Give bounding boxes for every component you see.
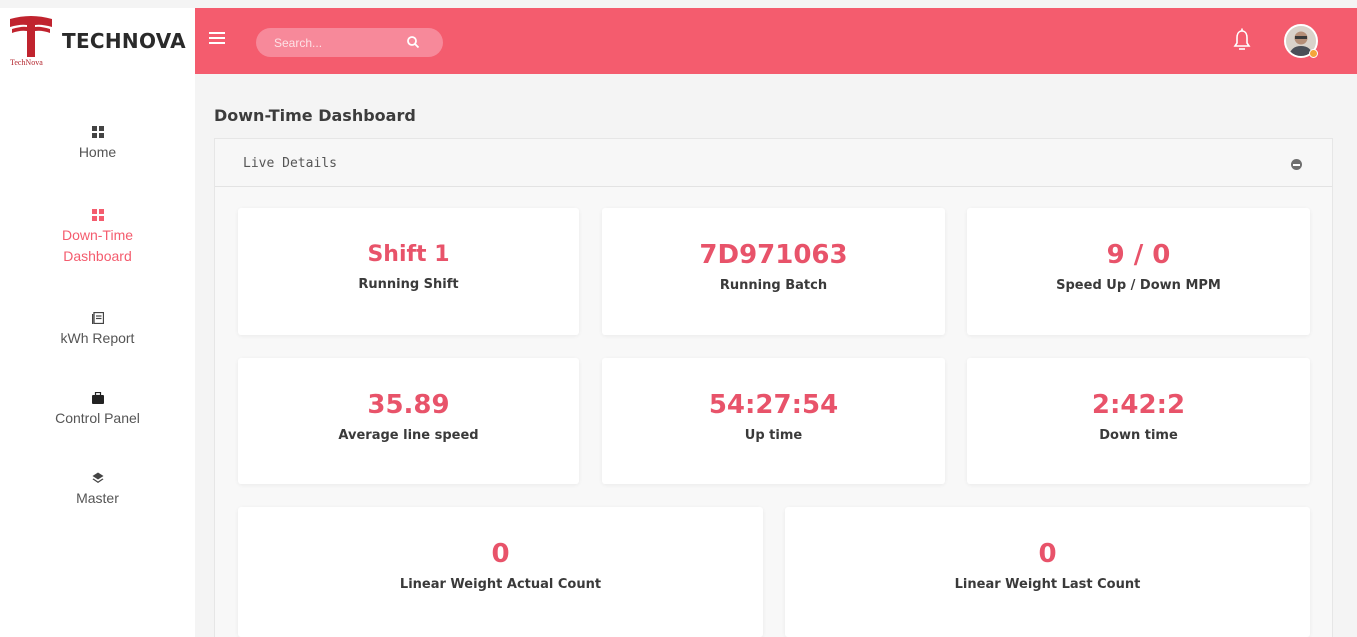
sidebar-item-home[interactable]: Home (0, 126, 195, 163)
card-value: 35.89 (367, 390, 450, 420)
card-running-shift: Shift 1 Running Shift (238, 208, 579, 335)
search-box (256, 28, 443, 57)
card-label: Average line speed (338, 428, 479, 443)
card-value: Shift 1 (367, 242, 450, 267)
card-label: Linear Weight Actual Count (399, 577, 602, 592)
card-speed-up-down: 9 / 0 Speed Up / Down MPM (967, 208, 1310, 335)
card-label: Speed Up / Down MPM (1056, 278, 1221, 293)
search-icon[interactable] (406, 35, 420, 49)
card-value: 9 / 0 (1106, 240, 1171, 270)
card-value: 2:42:2 (1091, 390, 1186, 420)
card-linear-weight-actual-count: 0 Linear Weight Actual Count (238, 507, 763, 637)
card-down-time: 2:42:2 Down time (967, 358, 1310, 484)
logo-subtext: TechNova (10, 58, 43, 67)
card-label: Down time (1099, 428, 1178, 443)
sidebar-item-label-line2: Dashboard (63, 248, 132, 264)
card-value: 0 (491, 539, 510, 569)
panel-title: Live Details (243, 156, 337, 171)
sidebar-item-master[interactable]: Master (0, 472, 195, 509)
sidebar: Home Down-Time Dashboard kWh Report Cont… (0, 74, 195, 637)
sidebar-item-label: Control Panel (55, 410, 140, 426)
page-title: Down-Time Dashboard (214, 106, 416, 125)
card-value: 0 (1038, 539, 1057, 569)
app-root: TechNova TECHNOVA Search... Home Down-Ti… (0, 0, 1357, 637)
report-icon (91, 312, 104, 324)
sidebar-item-label-line1: Down-Time (61, 227, 134, 243)
card-label: Running Batch (719, 278, 828, 293)
sidebar-item-label: Master (76, 490, 119, 506)
sidebar-item-label: Home (78, 144, 117, 160)
bell-icon[interactable] (1232, 28, 1252, 52)
search-input[interactable] (256, 28, 406, 57)
sidebar-item-kwh-report[interactable]: kWh Report (0, 312, 195, 349)
brand-name: TECHNOVA (62, 29, 186, 53)
logo-panel[interactable]: TechNova TECHNOVA (0, 8, 195, 74)
card-label: Running Shift (358, 277, 459, 292)
card-running-batch: 7D971063 Running Batch (602, 208, 945, 335)
card-average-line-speed: 35.89 Average line speed (238, 358, 579, 484)
card-value: 54:27:54 (708, 390, 839, 420)
hamburger-menu-icon[interactable] (209, 32, 225, 46)
grid-icon (91, 126, 104, 138)
card-label: Up time (744, 428, 803, 443)
sidebar-item-down-time-dashboard[interactable]: Down-Time Dashboard (0, 209, 195, 267)
grid-icon (91, 209, 104, 221)
top-bar (195, 8, 1357, 74)
card-linear-weight-last-count: 0 Linear Weight Last Count (785, 507, 1310, 637)
layers-icon (92, 472, 103, 483)
briefcase-icon (91, 392, 104, 404)
panel-header: Live Details (215, 139, 1332, 187)
status-dot (1309, 49, 1318, 58)
collapse-icon[interactable] (1291, 159, 1302, 170)
sidebar-item-control-panel[interactable]: Control Panel (0, 392, 195, 429)
technova-logo-icon: TechNova (8, 15, 54, 67)
card-value: 7D971063 (699, 240, 848, 270)
sidebar-item-label: kWh Report (60, 330, 135, 346)
card-label: Linear Weight Last Count (954, 577, 1141, 592)
card-up-time: 54:27:54 Up time (602, 358, 945, 484)
